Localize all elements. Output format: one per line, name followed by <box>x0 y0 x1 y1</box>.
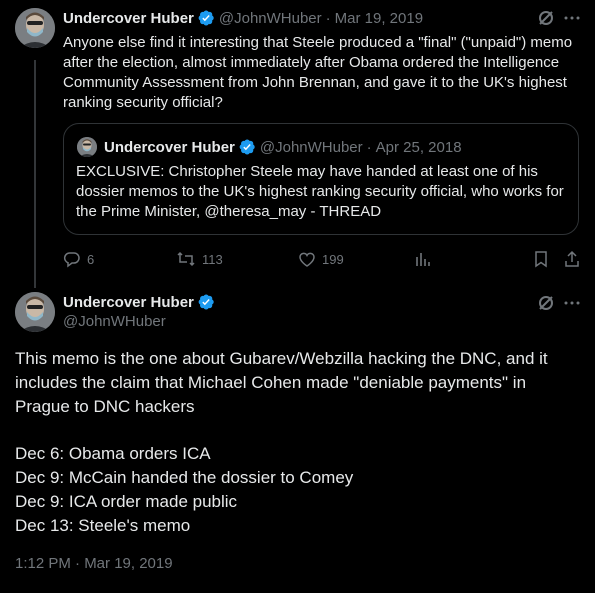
tweet-timestamp[interactable]: 1:12 PM · Mar 19, 2019 <box>15 555 173 572</box>
avatar-image <box>15 8 55 48</box>
timeline-item: Dec 9: McCain handed the dossier to Come… <box>15 468 354 487</box>
tweet-header: Undercover Huber @JohnWHuber · Mar 19, 2… <box>63 8 423 28</box>
verified-badge-icon <box>238 138 256 156</box>
timeline-item: Dec 9: ICA order made public <box>15 492 238 511</box>
repost-count: 113 <box>202 251 223 267</box>
author-name[interactable]: Undercover Huber <box>63 10 194 27</box>
separator: · <box>366 138 372 156</box>
tweet-text: Anyone else find it interesting that Ste… <box>63 34 573 111</box>
avatar-image <box>15 292 55 332</box>
reply-count: 6 <box>87 251 95 267</box>
author-name[interactable]: Undercover Huber <box>63 294 194 311</box>
grok-icon[interactable] <box>537 9 555 27</box>
like-count: 199 <box>322 251 344 267</box>
like-button[interactable]: 199 <box>298 250 344 268</box>
views-icon <box>416 253 430 266</box>
quoted-author-name: Undercover Huber <box>104 138 235 156</box>
author-handle[interactable]: @JohnWHuber <box>219 10 322 27</box>
thread-connector-line <box>34 60 36 288</box>
author-handle[interactable]: @JohnWHuber <box>63 313 166 330</box>
like-icon <box>299 252 315 267</box>
main-tweet-text: This memo is the one about Gubarev/Webzi… <box>15 349 548 416</box>
quoted-tweet-header: Undercover Huber @JohnWHuber · Apr 25, 2… <box>104 137 462 157</box>
quoted-tweet-date: Apr 25, 2018 <box>375 138 462 156</box>
avatar[interactable] <box>15 8 55 48</box>
quoted-tweet-text: EXCLUSIVE: Christopher Steele may have h… <box>76 163 564 220</box>
quoted-tweet-card[interactable]: Undercover Huber @JohnWHuber · Apr 25, 2… <box>63 123 579 235</box>
share-button[interactable] <box>563 250 581 268</box>
reply-icon <box>63 252 80 268</box>
quoted-author-handle: @JohnWHuber <box>259 138 363 156</box>
verified-badge-icon <box>197 9 215 27</box>
bookmark-icon <box>535 251 547 268</box>
reply-button[interactable]: 6 <box>63 250 94 268</box>
main-tweet-header: Undercover Huber <box>63 292 215 312</box>
bookmark-button[interactable] <box>533 250 549 268</box>
repost-button[interactable]: 113 <box>176 250 223 268</box>
tweet-date[interactable]: Mar 19, 2019 <box>335 10 423 27</box>
repost-icon <box>177 251 195 267</box>
avatar[interactable] <box>15 292 55 332</box>
views-button[interactable] <box>414 250 432 268</box>
timeline-list: Dec 6: Obama orders ICA Dec 9: McCain ha… <box>15 442 581 538</box>
share-icon <box>565 250 579 267</box>
timeline-item: Dec 13: Steele's memo <box>15 516 191 535</box>
more-icon[interactable] <box>563 9 581 27</box>
separator: · <box>325 9 331 27</box>
timeline-item: Dec 6: Obama orders ICA <box>15 444 211 463</box>
grok-icon[interactable] <box>537 294 555 312</box>
more-icon[interactable] <box>563 294 581 312</box>
quoted-avatar-image <box>77 137 97 157</box>
verified-badge-icon <box>197 293 215 311</box>
quoted-avatar <box>77 137 97 157</box>
